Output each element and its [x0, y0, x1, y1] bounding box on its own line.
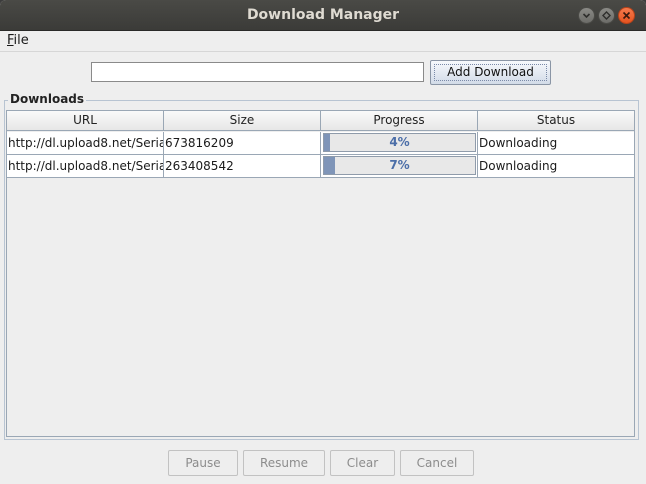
downloads-group-title: Downloads	[8, 92, 87, 106]
table-header: URL Size Progress Status	[7, 111, 634, 131]
maximize-icon	[602, 11, 611, 20]
column-header-url[interactable]: URL	[7, 111, 164, 131]
cell-status: Downloading	[479, 136, 558, 150]
close-icon	[622, 11, 631, 20]
progress-label: 7%	[389, 158, 410, 172]
cancel-button[interactable]: Cancel	[400, 450, 474, 476]
minimize-button[interactable]	[578, 7, 595, 24]
progress-label: 4%	[389, 135, 410, 149]
url-input[interactable]	[91, 62, 424, 82]
downloads-table[interactable]: URL Size Progress Status http://dl.uploa…	[6, 110, 635, 437]
window-title: Download Manager	[246, 7, 400, 23]
table-row[interactable]: http://dl.upload8.net/Seria... 673816209…	[7, 132, 634, 155]
cell-progress: 4%	[321, 132, 478, 154]
add-download-button[interactable]: Add Download	[430, 60, 551, 85]
cell-status: Downloading	[479, 159, 558, 173]
menu-file-label: ile	[13, 33, 29, 48]
column-header-size[interactable]: Size	[164, 111, 321, 131]
column-header-progress[interactable]: Progress	[321, 111, 478, 131]
progress-bar: 7%	[323, 156, 476, 175]
cell-progress: 7%	[321, 155, 478, 177]
resume-button[interactable]: Resume	[243, 450, 325, 476]
close-button[interactable]	[618, 7, 635, 24]
cell-url: http://dl.upload8.net/Seria...	[7, 132, 164, 154]
column-header-status[interactable]: Status	[478, 111, 634, 131]
clear-button[interactable]: Clear	[330, 450, 395, 476]
menu-bar: File	[0, 31, 646, 52]
maximize-button[interactable]	[598, 7, 615, 24]
add-download-label: Add Download	[447, 65, 534, 79]
progress-bar: 4%	[323, 133, 476, 152]
menu-file[interactable]: File	[7, 33, 29, 48]
title-bar: Download Manager	[0, 0, 646, 31]
download-manager-window: Download Manager File Add Download Downl…	[0, 0, 646, 484]
cell-url: http://dl.upload8.net/Seria...	[7, 155, 164, 177]
cell-size: 673816209	[164, 132, 321, 154]
minimize-icon	[582, 13, 591, 19]
table-row[interactable]: http://dl.upload8.net/Seria... 263408542…	[7, 155, 634, 178]
pause-button[interactable]: Pause	[168, 450, 238, 476]
cell-size: 263408542	[164, 155, 321, 177]
